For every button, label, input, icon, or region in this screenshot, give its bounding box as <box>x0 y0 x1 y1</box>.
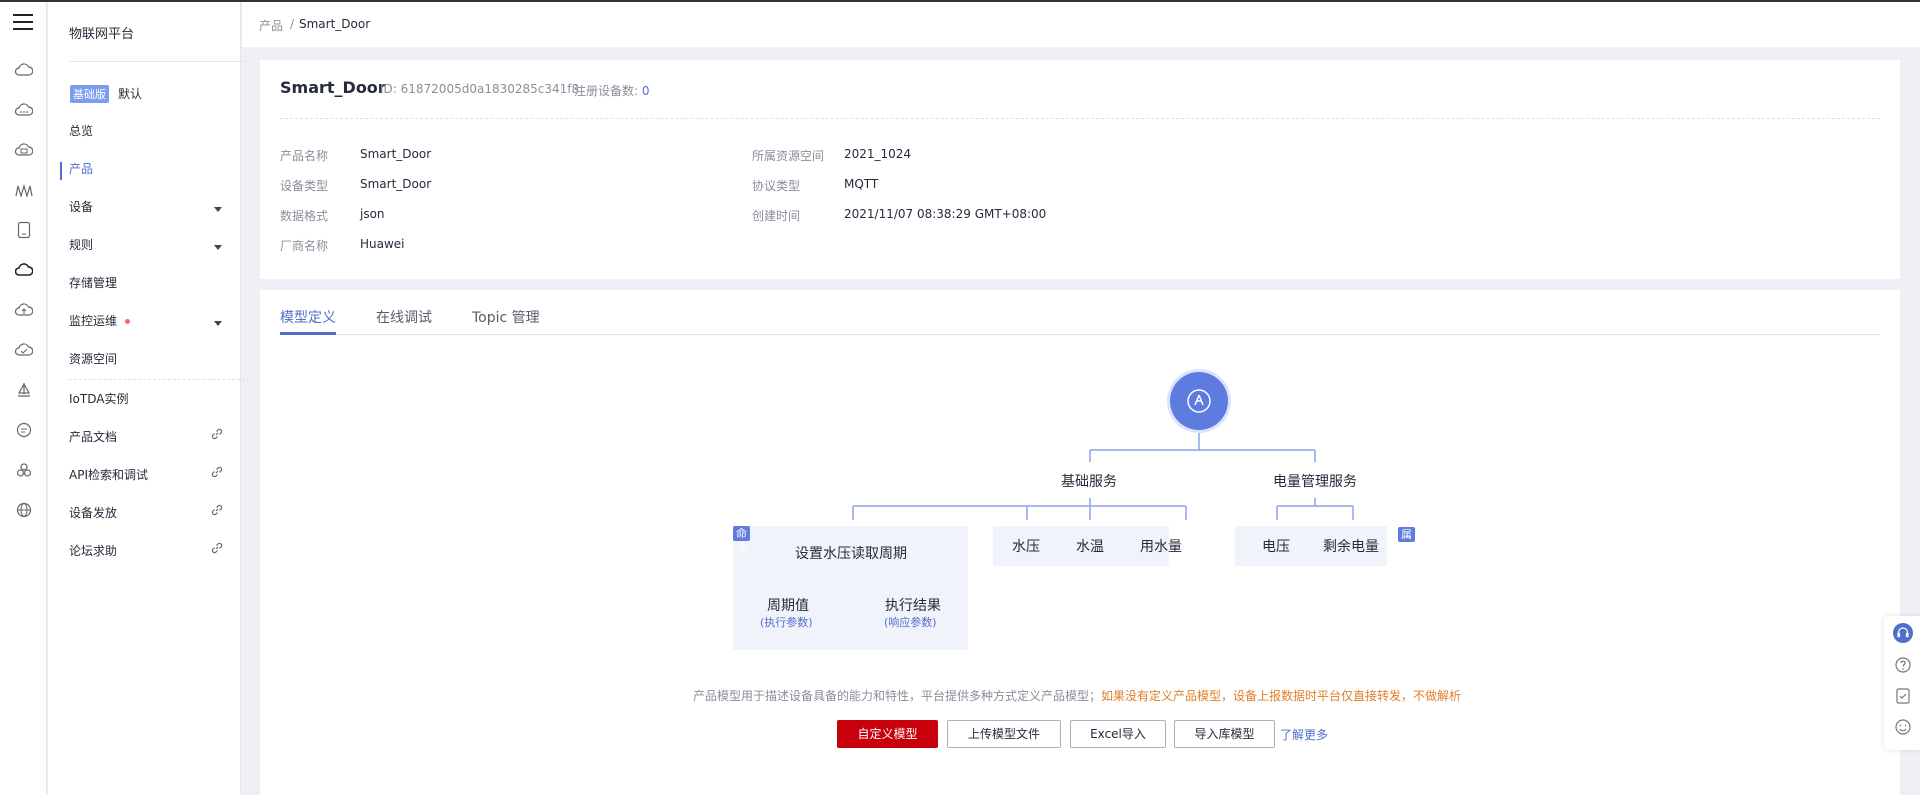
description-text: 产品模型用于描述设备具备的能力和特性，平台提供多种方式定义产品模型； <box>693 689 1102 703</box>
cluster-icon[interactable] <box>14 460 34 480</box>
product-title: Smart_Door <box>280 78 386 97</box>
link-icon[interactable] <box>210 503 224 517</box>
edition-default[interactable]: 默认 <box>118 85 142 102</box>
breadcrumb-current: Smart_Door <box>299 17 371 31</box>
command-result-type: (响应参数) <box>884 616 937 629</box>
data-format-value: json <box>360 207 385 221</box>
active-indicator <box>60 162 62 180</box>
product-info-card: Smart_Door ID: 61872005d0a1830285c341f8 … <box>260 60 1900 279</box>
link-icon[interactable] <box>210 427 224 441</box>
description-warning: 如果没有定义产品模型，设备上报数据时平台仅直接转发，不做解析 <box>1101 689 1462 703</box>
vendor-label: 厂商名称 <box>280 239 329 253</box>
cloud-upload-icon[interactable] <box>14 300 34 320</box>
breadcrumb-parent[interactable]: 产品 <box>259 17 283 34</box>
dashed-divider <box>280 118 1880 119</box>
breadcrumb-separator: / <box>290 17 295 31</box>
nav-item-api-debug[interactable]: API检索和调试 <box>69 465 229 485</box>
device-icon[interactable] <box>14 220 34 240</box>
side-nav: 物联网平台 基础版 默认 总览 产品 设备 规则 存储管理 监控运维 资源空间 … <box>48 2 250 795</box>
registered-label: 注册设备数: <box>574 84 639 98</box>
menu-icon[interactable] <box>13 14 33 30</box>
notification-dot <box>125 319 131 324</box>
command-param-name[interactable]: 周期值 <box>767 595 809 615</box>
vendor-value: Huawei <box>360 237 405 251</box>
service-basic[interactable]: 基础服务 <box>1061 471 1117 491</box>
registered-devices: 注册设备数: 0 <box>574 82 650 99</box>
nav-item-monitoring-label: 监控运维 <box>69 314 118 328</box>
nav-title: 物联网平台 <box>69 27 135 42</box>
cloud-service-icon[interactable] <box>14 60 34 80</box>
nav-item-storage[interactable]: 存储管理 <box>69 273 229 293</box>
excel-import-button[interactable]: Excel导入 <box>1070 720 1166 748</box>
nav-item-iotda-instance[interactable]: IoTDA实例 <box>69 389 229 409</box>
property-water-pressure[interactable]: 水压 <box>1012 536 1040 556</box>
wave-icon[interactable] <box>14 180 34 200</box>
headset-icon[interactable] <box>1893 623 1913 643</box>
nav-item-product[interactable]: 产品 <box>69 159 229 179</box>
link-icon[interactable] <box>210 541 224 555</box>
nav-divider <box>69 379 250 380</box>
model-card: 模型定义 在线调试 Topic 管理 基础服务 电量管理服务 命令 设置水压读取… <box>260 290 1900 795</box>
nav-item-resource-space[interactable]: 资源空间 <box>69 349 229 369</box>
chevron-down-icon[interactable] <box>214 207 222 212</box>
product-name-value: Smart_Door <box>360 147 432 161</box>
breadcrumb: 产品 / Smart_Door <box>242 2 1920 47</box>
nav-item-rules[interactable]: 规则 <box>69 235 229 255</box>
property-water-temp[interactable]: 水温 <box>1076 536 1104 556</box>
data-format-label: 数据格式 <box>280 209 329 223</box>
product-id: ID: 61872005d0a1830285c341f8 <box>380 82 580 96</box>
cloud-chip-icon[interactable] <box>14 140 34 160</box>
property-voltage[interactable]: 电压 <box>1262 536 1290 556</box>
nav-divider <box>69 61 250 62</box>
feedback-icon[interactable] <box>1893 686 1913 706</box>
property-remaining-power[interactable]: 剩余电量 <box>1323 536 1379 556</box>
device-type-value: Smart_Door <box>360 177 432 191</box>
created-value: 2021/11/07 08:38:29 GMT+08:00 <box>844 207 1047 221</box>
floating-toolbar <box>1884 616 1920 750</box>
nav-item-monitoring[interactable]: 监控运维 <box>69 311 229 331</box>
boat-icon[interactable] <box>14 380 34 400</box>
device-type-label: 设备类型 <box>280 179 329 193</box>
property-tag: 属性 <box>1398 527 1415 556</box>
command-tag: 命令 <box>733 526 750 555</box>
chevron-down-icon[interactable] <box>214 245 222 250</box>
registered-count[interactable]: 0 <box>642 84 650 98</box>
link-icon[interactable] <box>210 465 224 479</box>
command-param-type: (执行参数) <box>760 616 813 629</box>
command-result-name[interactable]: 执行结果 <box>885 595 941 615</box>
message-icon[interactable] <box>14 420 34 440</box>
resource-space-label: 所属资源空间 <box>752 149 825 163</box>
icon-rail <box>0 2 47 795</box>
help-icon[interactable] <box>1893 655 1913 675</box>
nav-item-device[interactable]: 设备 <box>69 197 229 217</box>
cloud-check-icon[interactable] <box>14 340 34 360</box>
import-library-button[interactable]: 导入库模型 <box>1174 720 1275 748</box>
cloud-active-icon[interactable] <box>14 260 34 280</box>
custom-model-button[interactable]: 自定义模型 <box>837 720 938 748</box>
globe-icon[interactable] <box>14 500 34 520</box>
nav-item-overview[interactable]: 总览 <box>69 121 229 141</box>
created-label: 创建时间 <box>752 209 801 223</box>
chevron-down-icon[interactable] <box>214 321 222 326</box>
model-description: 产品模型用于描述设备具备的能力和特性，平台提供多种方式定义产品模型；如果没有定义… <box>693 687 1461 704</box>
resource-space-value: 2021_1024 <box>844 147 912 161</box>
nav-item-product-docs[interactable]: 产品文档 <box>69 427 229 447</box>
upload-model-button[interactable]: 上传模型文件 <box>947 720 1061 748</box>
product-model-icon <box>1187 389 1211 413</box>
protocol-value: MQTT <box>844 177 879 191</box>
property-water-usage[interactable]: 用水量 <box>1140 536 1182 556</box>
nav-item-forum[interactable]: 论坛求助 <box>69 541 229 561</box>
edition-badge: 基础版 <box>70 85 109 103</box>
smile-icon[interactable] <box>1893 717 1913 737</box>
command-name[interactable]: 设置水压读取周期 <box>795 543 907 563</box>
cloud-more-icon[interactable] <box>14 100 34 120</box>
service-power[interactable]: 电量管理服务 <box>1273 471 1357 491</box>
protocol-label: 协议类型 <box>752 179 801 193</box>
product-name-label: 产品名称 <box>280 149 329 163</box>
nav-item-provisioning[interactable]: 设备发放 <box>69 503 229 523</box>
divider <box>561 83 562 95</box>
learn-more-link[interactable]: 了解更多 <box>1280 726 1328 743</box>
